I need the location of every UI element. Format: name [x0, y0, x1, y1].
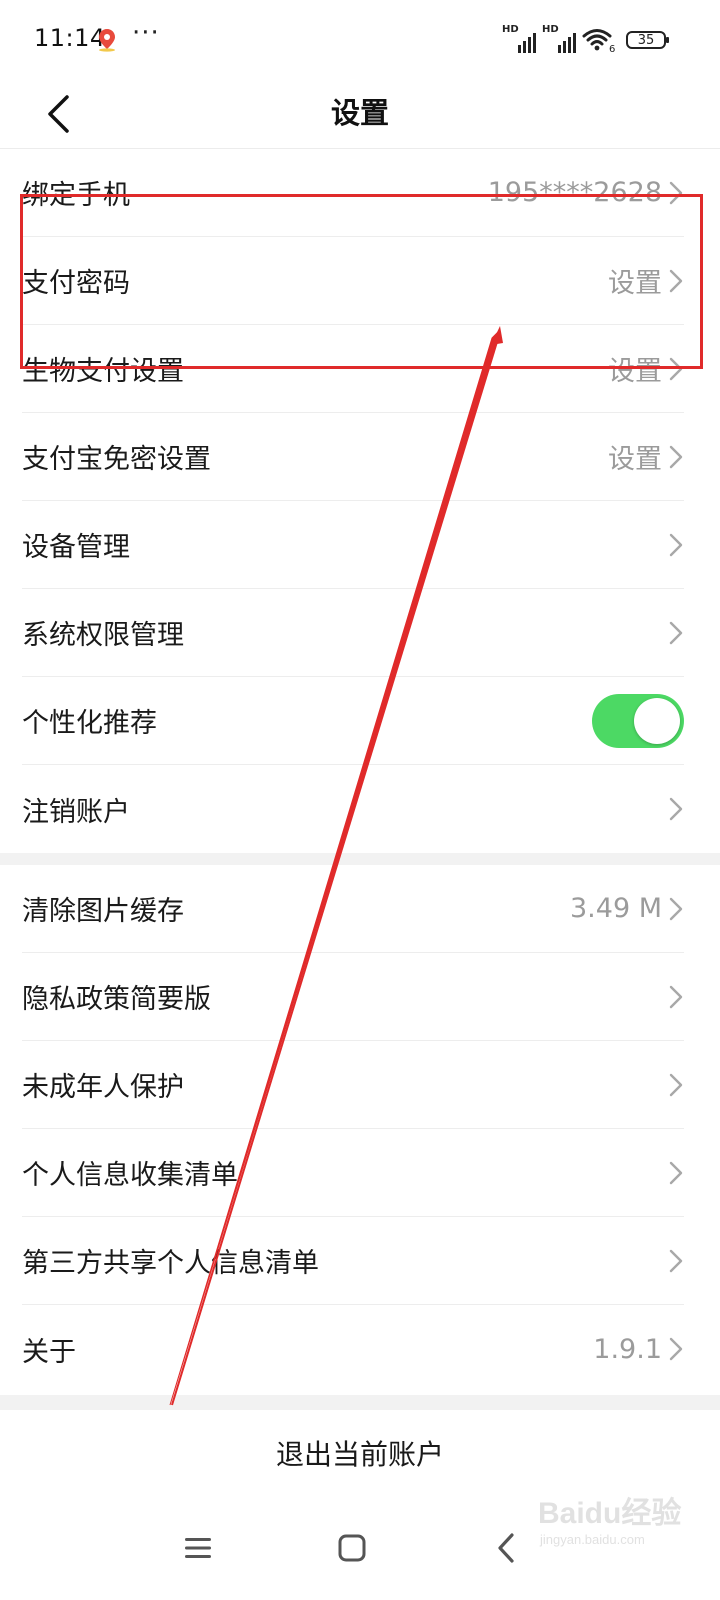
chevron-right-icon	[669, 533, 683, 556]
watermark-logo: Baidu经验	[538, 1497, 682, 1530]
settings-list-general: 清除图片缓存 3.49 M 隐私政策简要版 未成年人保护个人信息收集清单第三方共享个人…	[0, 865, 720, 1393]
chevron-right-icon	[669, 269, 683, 292]
settings-row[interactable]: 个人信息收集清单	[22, 1129, 684, 1217]
cell-signal-2-icon: HD	[542, 24, 576, 53]
status-bar: 11:14 ··· HD HD 6 35	[0, 0, 720, 80]
nav-menu-button[interactable]	[168, 1518, 228, 1578]
settings-row-value: 195****2628	[487, 177, 662, 208]
section-divider	[0, 1395, 720, 1410]
settings-row-label: 关于	[22, 1336, 76, 1368]
status-time: 11:14	[34, 24, 106, 52]
settings-row[interactable]: 未成年人保护	[22, 1041, 684, 1129]
settings-row-label: 个性化推荐	[22, 708, 157, 739]
chevron-right-icon	[669, 181, 683, 204]
settings-row-label: 清除图片缓存	[22, 896, 184, 927]
settings-row[interactable]: 支付密码 设置	[22, 237, 684, 325]
settings-row-label: 生物支付设置	[22, 356, 184, 387]
settings-row[interactable]: 关于 1.9.1	[22, 1305, 684, 1393]
settings-row-label: 设备管理	[22, 532, 130, 563]
settings-row-value: 3.49 M	[570, 893, 662, 924]
signal-1-label: HD	[502, 24, 519, 35]
settings-row[interactable]: 支付宝免密设置 设置	[22, 413, 684, 501]
nav-header: 设置	[0, 80, 720, 149]
settings-row[interactable]: 注销账户	[22, 765, 684, 853]
wifi-icon: 6	[582, 29, 615, 53]
map-pin-app-icon	[99, 29, 115, 52]
personalized-recommendation-toggle[interactable]	[592, 693, 684, 748]
settings-row-label: 个人信息收集清单	[22, 1160, 238, 1191]
settings-row-value: 设置	[608, 444, 662, 475]
chevron-right-icon	[669, 1073, 683, 1096]
settings-row[interactable]: 清除图片缓存 3.49 M	[22, 865, 684, 953]
battery-icon: 35	[626, 31, 669, 49]
settings-row[interactable]: 隐私政策简要版	[22, 953, 684, 1041]
settings-row[interactable]: 设备管理	[22, 501, 684, 589]
nav-home-button[interactable]	[322, 1518, 382, 1578]
wifi-sub-label: 6	[609, 44, 615, 53]
section-divider	[0, 853, 720, 865]
settings-row-label: 系统权限管理	[22, 620, 184, 651]
settings-row[interactable]: 绑定手机 195****2628	[22, 149, 684, 237]
nav-back-button[interactable]	[476, 1518, 536, 1578]
home-square-icon	[338, 1534, 366, 1562]
chevron-right-icon	[669, 1249, 683, 1272]
watermark-url: jingyan.baidu.com	[540, 1532, 645, 1547]
settings-row[interactable]: 系统权限管理	[22, 589, 684, 677]
toggle-knob	[634, 697, 680, 744]
settings-row-label: 绑定手机	[22, 180, 130, 211]
page-title: 设置	[330, 96, 389, 130]
settings-list-account: 绑定手机 195****2628 支付密码 设置 生物支付设置 设置 支付宝免密设置 设置 设备…	[0, 149, 720, 853]
back-chevron-icon	[498, 1533, 514, 1563]
settings-row-value: 设置	[608, 356, 662, 387]
settings-row-label: 第三方共享个人信息清单	[22, 1248, 319, 1279]
settings-row-label: 隐私政策简要版	[22, 984, 211, 1015]
baidu-jingyan-watermark: Baidu经验 jingyan.baidu.com	[538, 1488, 718, 1558]
settings-row-label: 注销账户	[22, 796, 130, 828]
settings-row[interactable]: 第三方共享个人信息清单	[22, 1217, 684, 1305]
chevron-right-icon	[669, 897, 683, 920]
settings-row-value: 设置	[608, 268, 662, 299]
settings-row[interactable]: 生物支付设置 设置	[22, 325, 684, 413]
cell-signal-1-icon: HD	[502, 24, 536, 53]
chevron-right-icon	[669, 1161, 683, 1184]
settings-row-label: 未成年人保护	[22, 1072, 184, 1103]
chevron-right-icon	[669, 621, 683, 644]
signal-2-label: HD	[542, 24, 559, 35]
settings-row[interactable]: 个性化推荐	[22, 677, 684, 765]
settings-screen: 11:14 ··· HD HD 6 35 设置 绑定手机 195****2628…	[0, 0, 720, 1600]
settings-row-label: 支付密码	[22, 268, 130, 299]
menu-icon	[185, 1538, 211, 1558]
settings-row-value: 1.9.1	[593, 1333, 662, 1365]
chevron-right-icon	[669, 985, 683, 1008]
battery-level: 35	[637, 32, 655, 48]
chevron-right-icon	[669, 797, 683, 821]
logout-button[interactable]: 退出当前账户	[0, 1410, 720, 1496]
chevron-right-icon	[669, 445, 683, 468]
more-notifications-icon: ···	[132, 18, 160, 48]
settings-row-label: 支付宝免密设置	[22, 444, 211, 475]
chevron-right-icon	[669, 1337, 683, 1361]
chevron-right-icon	[669, 357, 683, 380]
status-indicators: HD HD 6 35	[502, 24, 669, 56]
